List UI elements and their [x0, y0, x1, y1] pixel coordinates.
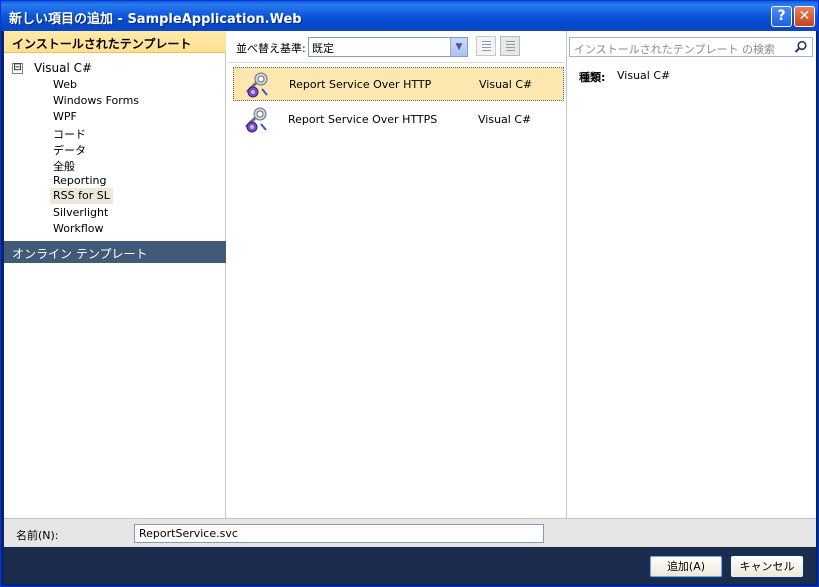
installed-templates-header[interactable]: インストールされたテンプレート: [4, 31, 226, 53]
tree-item-code[interactable]: コード: [50, 125, 89, 141]
name-label: 名前(N):: [16, 529, 59, 542]
sort-value: 既定: [312, 42, 334, 55]
tree-item-windows-forms[interactable]: Windows Forms: [50, 93, 142, 109]
name-field[interactable]: ReportService.svc: [134, 524, 544, 543]
online-templates-header[interactable]: オンライン テンプレート: [4, 241, 226, 263]
tree-item-web[interactable]: Web: [50, 77, 80, 93]
tree-item-general[interactable]: 全般: [50, 157, 78, 173]
add-new-item-dialog: 新しい項目の追加 - SampleApplication.Web ? ✕ インス…: [0, 0, 819, 587]
tree-item-wpf[interactable]: WPF: [50, 109, 80, 125]
search-icon[interactable]: [794, 40, 808, 54]
template-name: Report Service Over HTTP: [289, 78, 432, 91]
installed-templates-label: インストールされたテンプレート: [12, 37, 192, 51]
tree-item-silverlight[interactable]: Silverlight: [50, 205, 111, 221]
template-list-pane: 並べ替え基準: 既定 ▼ Report Service Over HTTP Vi…: [228, 31, 565, 518]
type-value: Visual C#: [617, 69, 671, 82]
chevron-down-icon[interactable]: ▼: [450, 38, 467, 56]
template-details-pane: インストールされたテンプレート の検索 種類: Visual C#: [566, 31, 816, 518]
tree-item-rss-for-sl[interactable]: RSS for SL: [50, 188, 113, 204]
type-label: 種類:: [579, 71, 606, 84]
template-name: Report Service Over HTTPS: [288, 113, 438, 126]
tree-item-workflow[interactable]: Workflow: [50, 221, 107, 237]
sort-dropdown[interactable]: 既定 ▼: [308, 37, 468, 57]
dialog-client: インストールされたテンプレート ⊟ Visual C# Web Windows …: [4, 31, 816, 584]
report-service-icon: [244, 107, 267, 133]
tree-root-label: Visual C#: [34, 61, 93, 75]
help-button[interactable]: ?: [771, 6, 792, 27]
template-row[interactable]: Report Service Over HTTPS Visual C#: [233, 103, 564, 137]
title-bar[interactable]: 新しい項目の追加 - SampleApplication.Web ? ✕: [1, 1, 818, 31]
template-row[interactable]: Report Service Over HTTP Visual C#: [233, 67, 564, 101]
button-bar: 追加(A) キャンセル: [4, 547, 816, 584]
tree-item-data[interactable]: データ: [50, 141, 89, 157]
online-templates-label: オンライン テンプレート: [12, 247, 148, 261]
template-language: Visual C#: [478, 113, 532, 126]
list-view-button[interactable]: [500, 36, 520, 56]
cancel-button[interactable]: キャンセル: [730, 555, 804, 578]
list-view-icon: [506, 41, 515, 52]
template-category-pane: インストールされたテンプレート ⊟ Visual C# Web Windows …: [4, 31, 226, 518]
report-service-icon: [245, 72, 268, 98]
sort-label: 並べ替え基準:: [236, 42, 306, 55]
medium-icons-view-button[interactable]: [476, 36, 496, 56]
search-placeholder: インストールされたテンプレート の検索: [574, 43, 775, 56]
add-button[interactable]: 追加(A): [649, 555, 723, 578]
tree-item-reporting[interactable]: Reporting: [50, 173, 109, 189]
name-bar: 名前(N): ReportService.svc: [4, 518, 816, 547]
template-language: Visual C#: [479, 78, 533, 91]
template-toolbar: 並べ替え基準: 既定 ▼: [228, 31, 565, 63]
name-value: ReportService.svc: [139, 527, 238, 540]
grid-view-icon: [482, 41, 491, 52]
window-title: 新しい項目の追加 - SampleApplication.Web: [9, 12, 302, 27]
collapse-icon[interactable]: ⊟: [12, 63, 23, 74]
close-button[interactable]: ✕: [794, 6, 815, 27]
template-search-input[interactable]: インストールされたテンプレート の検索: [569, 37, 813, 57]
